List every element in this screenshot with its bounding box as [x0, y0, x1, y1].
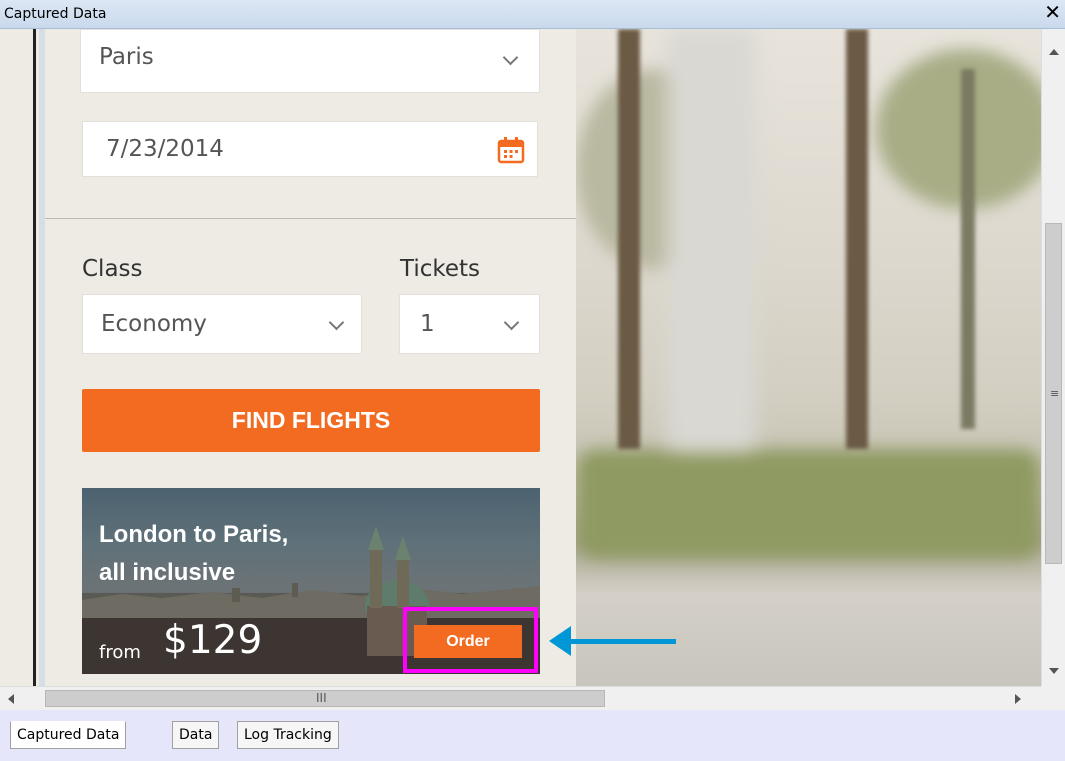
tab-log-tracking[interactable]: Log Tracking — [237, 721, 339, 749]
scroll-left-icon[interactable] — [8, 694, 14, 704]
promo-headline: London to Paris, all inclusive — [99, 521, 289, 586]
chevron-down-icon — [328, 314, 345, 331]
horizontal-scrollbar[interactable]: III — [0, 686, 1041, 710]
vertical-scrollbar[interactable]: ≡ — [1041, 29, 1065, 686]
class-select[interactable]: Economy — [82, 294, 362, 354]
tickets-label: Tickets — [400, 256, 481, 282]
class-value: Economy — [101, 311, 207, 337]
scroll-down-icon[interactable] — [1049, 668, 1059, 674]
promo-from-label: from — [99, 642, 141, 663]
calendar-icon[interactable] — [497, 136, 525, 164]
close-icon[interactable]: ✕ — [1044, 2, 1061, 22]
tickets-value: 1 — [420, 311, 435, 337]
date-value: 7/23/2014 — [106, 136, 224, 162]
grip-icon: III — [316, 691, 327, 705]
browser-viewport: Paris 7/23/2014 Class Tickets Economy 1 … — [0, 29, 1041, 686]
bottom-tab-bar: Captured Data Data Log Tracking — [0, 710, 1065, 761]
horizontal-scroll-thumb[interactable]: III — [45, 690, 605, 707]
scroll-up-icon[interactable] — [1049, 49, 1059, 55]
window-title-bar: Captured Data ✕ — [0, 0, 1065, 29]
chevron-down-icon — [503, 314, 520, 331]
background-photo — [576, 29, 1041, 686]
find-flights-button[interactable]: FIND FLIGHTS — [82, 389, 540, 452]
destination-value: Paris — [99, 44, 154, 70]
vertical-scroll-thumb[interactable]: ≡ — [1045, 223, 1062, 564]
destination-select[interactable]: Paris — [80, 29, 540, 93]
window-title: Captured Data — [4, 6, 107, 22]
grip-icon: ≡ — [1050, 387, 1060, 400]
scroll-right-icon[interactable] — [1015, 694, 1021, 704]
divider — [45, 218, 576, 219]
tab-captured-data[interactable]: Captured Data — [10, 721, 127, 749]
tab-data[interactable]: Data — [172, 721, 220, 749]
booking-panel: Paris 7/23/2014 Class Tickets Economy 1 … — [0, 29, 676, 686]
chevron-down-icon — [502, 49, 519, 66]
date-input[interactable]: 7/23/2014 — [82, 121, 538, 177]
tickets-select[interactable]: 1 — [399, 294, 540, 354]
promo-price: $129 — [163, 618, 263, 663]
arrow-shaft — [566, 639, 676, 644]
highlight-box — [403, 607, 538, 673]
class-label: Class — [82, 256, 143, 282]
